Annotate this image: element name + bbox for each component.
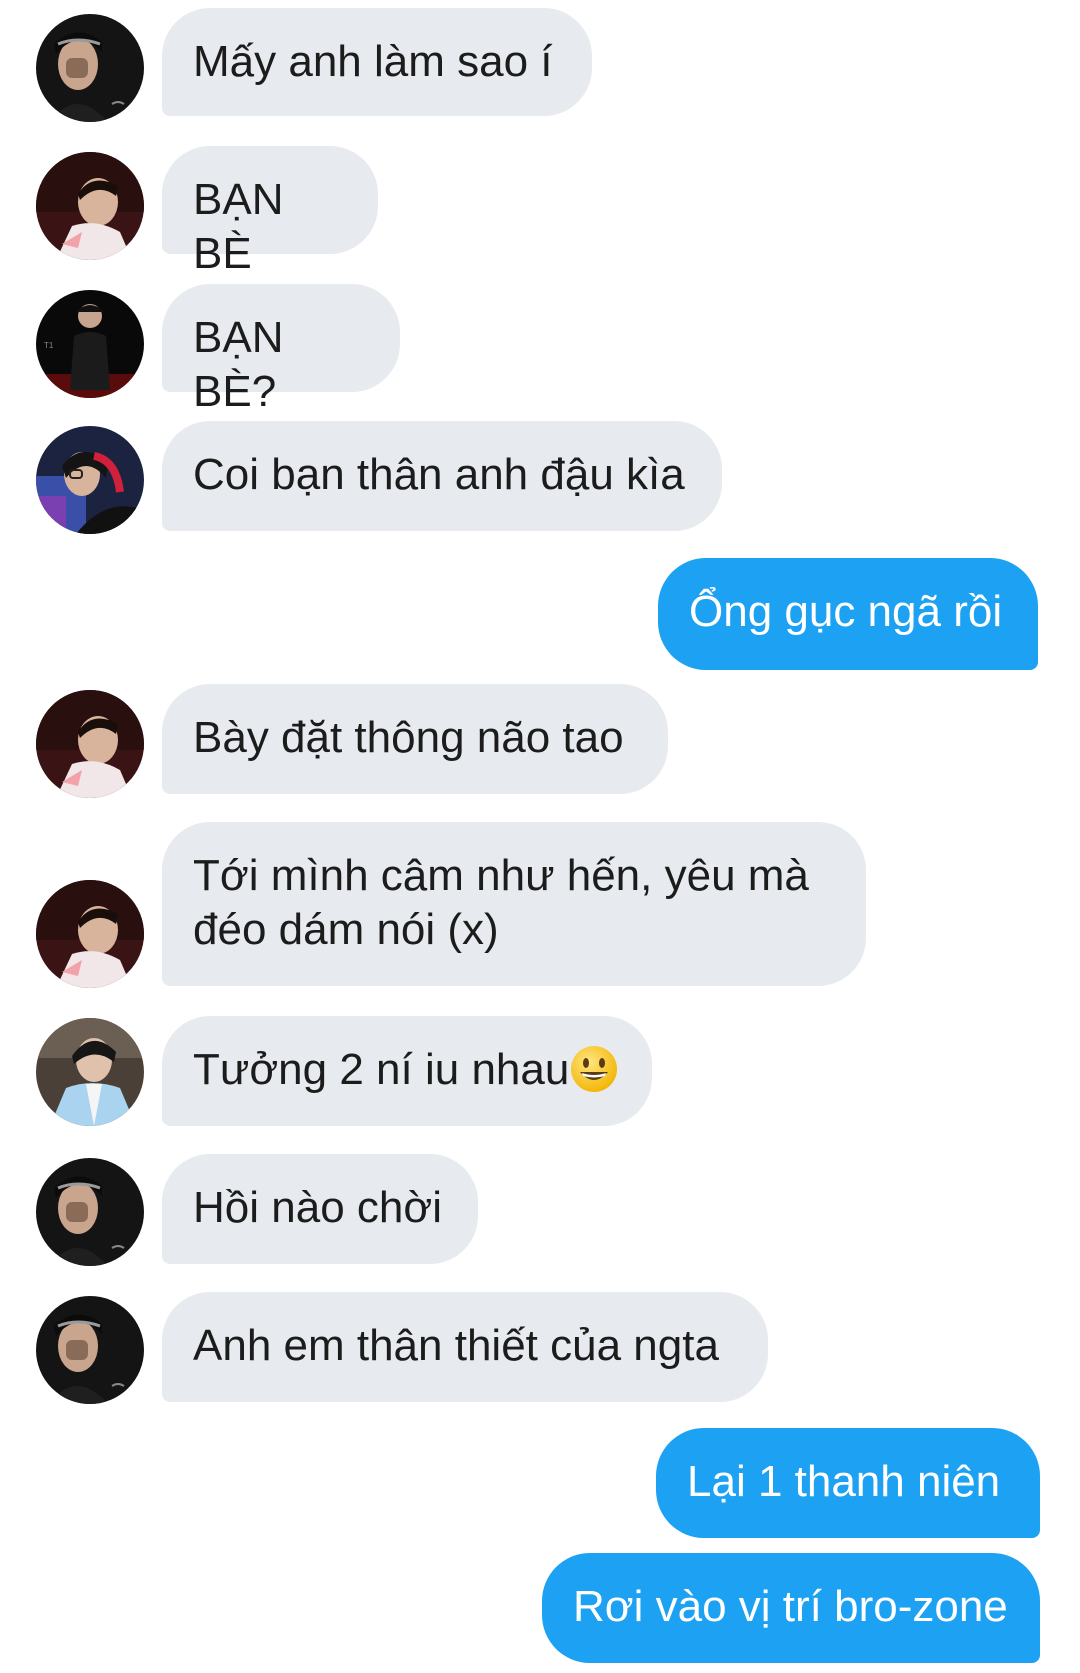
message-text: Rơi vào vị trí bro-zone bbox=[573, 1582, 1008, 1631]
message-text: Anh em thân thiết của ngta bbox=[193, 1321, 719, 1370]
incoming-message-bubble[interactable]: Coi bạn thân anh đậu kìa bbox=[162, 421, 722, 531]
incoming-message-bubble[interactable]: BẠN BÈ bbox=[162, 146, 378, 278]
incoming-message-bubble[interactable]: Tưởng 2 ní iu nhau bbox=[162, 1016, 652, 1126]
incoming-message-bubble[interactable]: Hồi nào chời bbox=[162, 1154, 478, 1264]
avatar[interactable] bbox=[36, 1296, 144, 1404]
avatar[interactable] bbox=[36, 152, 144, 260]
message-text: Hồi nào chời bbox=[193, 1183, 442, 1232]
avatar[interactable] bbox=[36, 1158, 144, 1266]
message-text: Tưởng 2 ní iu nhau bbox=[193, 1045, 570, 1094]
incoming-message-bubble[interactable]: Bày đặt thông não tao bbox=[162, 684, 668, 794]
incoming-message-bubble[interactable]: Mấy anh làm sao í bbox=[162, 8, 592, 116]
grinning-face-icon bbox=[569, 1044, 619, 1094]
avatar[interactable] bbox=[36, 14, 144, 122]
message-text: Mấy anh làm sao í bbox=[193, 37, 553, 86]
avatar[interactable] bbox=[36, 426, 144, 534]
avatar[interactable] bbox=[36, 690, 144, 798]
message-text: BẠN BÈ bbox=[193, 175, 296, 278]
outgoing-message-bubble[interactable]: Ổng gục ngã rồi bbox=[658, 558, 1038, 670]
avatar[interactable] bbox=[36, 880, 144, 988]
message-text: Coi bạn thân anh đậu kìa bbox=[193, 450, 685, 499]
outgoing-message-bubble[interactable]: Rơi vào vị trí bro-zone bbox=[542, 1553, 1040, 1663]
incoming-message-bubble[interactable]: Anh em thân thiết của ngta bbox=[162, 1292, 768, 1402]
message-text: Tới mình câm như hến, yêu mà đéo dám nói… bbox=[193, 851, 822, 954]
message-text: BẠN BÈ? bbox=[193, 313, 296, 416]
incoming-message-bubble[interactable]: BẠN BÈ? bbox=[162, 284, 400, 416]
incoming-message-bubble[interactable]: Tới mình câm như hến, yêu mà đéo dám nói… bbox=[162, 822, 866, 986]
avatar[interactable] bbox=[36, 290, 144, 398]
avatar[interactable] bbox=[36, 1018, 144, 1126]
outgoing-message-bubble[interactable]: Lại 1 thanh niên bbox=[656, 1428, 1040, 1538]
message-text: Ổng gục ngã rồi bbox=[689, 587, 1003, 636]
message-text: Lại 1 thanh niên bbox=[687, 1457, 1001, 1506]
message-text: Bày đặt thông não tao bbox=[193, 713, 624, 762]
